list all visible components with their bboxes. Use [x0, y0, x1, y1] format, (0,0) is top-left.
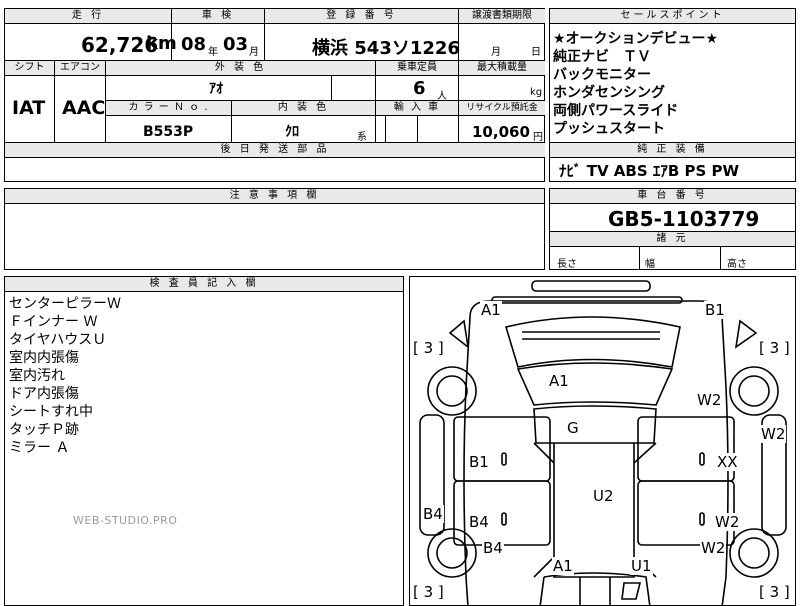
inspection-month: 03	[223, 34, 249, 55]
recycle-unit: 円	[533, 132, 543, 143]
chassis-header: 車 台 番 号	[550, 189, 795, 203]
sales-points-list: ★オークションデビュー★ 純正ナビ ＴＶ バックモニター ホンダセンシング 両側パワース…	[553, 30, 718, 138]
inspector-note-item: ミラー Ａ	[9, 440, 70, 456]
exterior-color-value: ｱｵ	[209, 81, 223, 97]
sales-point-item: ホンダセンシング	[553, 85, 665, 101]
interior-color-header: 内 装 色	[232, 101, 375, 115]
watermark: WEB-STUDIO.PRO	[73, 514, 178, 527]
inspector-note-item: シートすれ中	[9, 404, 93, 420]
inspection-header: 車 検	[172, 9, 264, 23]
dimension-length: 長さ	[557, 259, 577, 270]
damage-tail-left: A1	[552, 557, 574, 575]
car-diagram-box: [ 3 ] [ 3 ] [ 3 ] [ 3 ] A1 B1 A1 W2 W2 G…	[409, 276, 796, 606]
recycle-header: リサイクル預託金	[459, 101, 545, 115]
later-parts-header: 後 日 発 送 部 品	[5, 143, 545, 157]
tread-rear-right: [ 3 ]	[758, 583, 791, 601]
recycle-value: 10,060	[472, 123, 530, 141]
chassis-value: GB5-1103779	[608, 207, 760, 231]
chassis-box: 車 台 番 号 GB5-1103779 諸 元 長さ 幅 高さ	[549, 188, 796, 270]
notes-box: 注 意 事 項 欄	[4, 188, 545, 270]
shift-header: シフト	[5, 61, 54, 75]
interior-color-value: ｸﾛ	[285, 124, 299, 140]
capacity-value: 6	[413, 78, 426, 99]
equipment-value: ﾅﾋﾞ TV ABS ｴｱB PS PW	[559, 162, 740, 180]
damage-door-right-rear: W2	[714, 513, 741, 531]
damage-roof: G	[566, 419, 580, 437]
capacity-header: 乗車定員	[376, 61, 458, 75]
tread-front-right: [ 3 ]	[758, 339, 791, 357]
inspector-header: 検 査 員 記 入 欄	[5, 277, 403, 291]
damage-bumper-right: B1	[704, 301, 726, 319]
inspector-box: 検 査 員 記 入 欄 センターピラーＷ Ｆインナー Ｗ タイヤハウスＵ 室内内張傷室…	[4, 276, 404, 606]
sales-points-box: セールスポイント ★オークションデビュー★ 純正ナビ ＴＶ バックモニター ホンダセン…	[549, 8, 796, 182]
max-load-unit: kg	[530, 87, 543, 98]
damage-rear-left: B4	[482, 539, 504, 557]
damage-door-left-front: B1	[468, 453, 490, 471]
inspector-note-item: 室内内張傷	[9, 350, 79, 366]
registration-header: 登 録 番 号	[265, 9, 458, 23]
inspector-note-item: センターピラーＷ	[9, 296, 121, 312]
sales-point-item: プッシュスタート	[553, 121, 665, 137]
dimension-height: 高さ	[727, 259, 747, 270]
sales-point-item: 両側パワースライド	[553, 103, 679, 119]
sales-points-header: セールスポイント	[550, 9, 795, 23]
inspector-note-item: ドア内張傷	[9, 386, 79, 402]
tread-front-left: [ 3 ]	[412, 339, 445, 357]
registration-value: 横浜 543ソ1226	[312, 38, 460, 59]
max-load-header: 最大積載量	[459, 61, 545, 75]
damage-rear-right: W2	[700, 539, 727, 557]
damage-side-left: B4	[422, 505, 444, 523]
tread-rear-left: [ 3 ]	[412, 583, 445, 601]
dimension-width: 幅	[645, 259, 655, 270]
mileage-header: 走 行	[5, 9, 171, 23]
damage-bumper-left: A1	[480, 301, 502, 319]
aircon-header: エアコン	[55, 61, 105, 75]
mileage-unit: km	[146, 33, 177, 54]
inspector-note-item: タッチＰ跡	[9, 422, 79, 438]
damage-fender-right: W2	[696, 391, 723, 409]
inspector-note-item: タイヤハウスＵ	[9, 332, 107, 348]
inspector-notes-list: センターピラーＷ Ｆインナー Ｗ タイヤハウスＵ 室内内張傷室内汚れドア内張傷シートす…	[9, 295, 121, 457]
exterior-color-header: 外 装 色	[106, 61, 375, 75]
inspection-year: 08	[181, 34, 207, 55]
inspection-month-unit: 月	[249, 47, 259, 58]
transfer-date-header: 譲渡書類期限	[459, 9, 545, 23]
damage-center: U2	[592, 487, 615, 505]
sales-point-item: ★オークションデビュー★	[553, 31, 719, 47]
color-no-value: B553P	[143, 124, 194, 140]
aircon-value: AAC	[62, 97, 106, 119]
transfer-month-unit: 月	[491, 47, 501, 58]
damage-tail-right: U1	[630, 557, 653, 575]
transfer-day-unit: 日	[531, 47, 541, 58]
damage-door-left-rear: B4	[468, 513, 490, 531]
damage-side-right: W2	[760, 425, 787, 443]
dimensions-header: 諸 元	[550, 232, 795, 246]
shift-value: IAT	[12, 97, 46, 119]
sales-point-item: 純正ナビ ＴＶ	[553, 49, 651, 65]
inspector-note-item: Ｆインナー Ｗ	[9, 314, 98, 330]
interior-color-suffix: 系	[357, 132, 367, 143]
color-no-header: カ ラ ー Ｎ ｏ .	[106, 101, 231, 115]
damage-door-right-front: XX	[716, 453, 739, 471]
car-diagram	[419, 280, 787, 605]
damage-hood: A1	[548, 372, 570, 390]
sales-point-item: バックモニター	[553, 67, 651, 83]
notes-header: 注 意 事 項 欄	[5, 189, 544, 203]
inspector-note-item: 室内汚れ	[9, 368, 65, 384]
import-header: 輸 入 車	[376, 101, 458, 115]
inspection-year-unit: 年	[208, 47, 218, 58]
equipment-header: 純 正 装 備	[550, 143, 795, 157]
main-info-grid: 走 行 車 検 登 録 番 号 譲渡書類期限 62,726 km 08 年 03…	[4, 8, 545, 182]
